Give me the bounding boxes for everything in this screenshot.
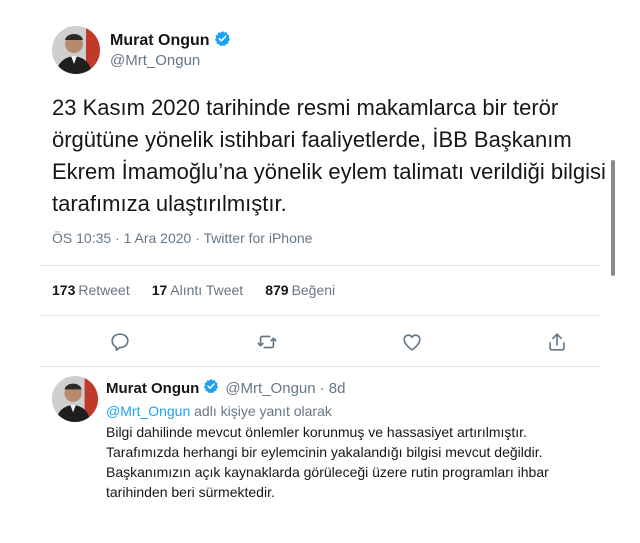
tweet-text: 23 Kasım 2020 tarihinde resmi makamlarca…	[52, 95, 606, 216]
quote-stat[interactable]: 17 Alıntı Tweet	[152, 282, 243, 298]
avatar-photo	[52, 26, 100, 74]
divider	[40, 315, 600, 316]
replying-to: @Mrt_Ongun adlı kişiye yanıt olarak	[106, 403, 332, 419]
verified-badge-icon	[203, 378, 219, 398]
reply-text-line: Başkanımızın açık kaynaklarda görüleceği…	[106, 464, 549, 480]
reply-avatar[interactable]	[52, 376, 98, 422]
share-icon[interactable]	[545, 330, 569, 354]
like-stat[interactable]: 879 Beğeni	[265, 282, 335, 298]
scrollbar[interactable]	[611, 160, 615, 276]
reply-author-name[interactable]: Murat Ongun	[106, 380, 199, 397]
retweet-stat[interactable]: 173 Retweet	[52, 282, 130, 298]
reply-time[interactable]: · 8d	[320, 380, 346, 397]
divider	[40, 265, 600, 266]
like-icon[interactable]	[400, 330, 424, 354]
avatar[interactable]	[52, 26, 100, 74]
tweet-meta: ÖS 10:35 · 1 Ara 2020 · Twitter for iPho…	[52, 230, 313, 246]
reply-text-line: Tarafımızda herhangi bir eylemcinin yaka…	[106, 444, 543, 460]
author-handle[interactable]: @Mrt_Ongun	[110, 52, 200, 69]
tweet-stats: 173 Retweet 17 Alıntı Tweet 879 Beğeni	[52, 282, 335, 298]
divider	[40, 366, 600, 367]
reply-text-line: Bilgi dahilinde mevcut önlemler korunmuş…	[106, 424, 527, 440]
retweet-icon[interactable]	[255, 330, 279, 354]
replying-to-handle[interactable]: @Mrt_Ongun	[106, 403, 190, 419]
avatar-photo	[52, 376, 98, 422]
reply-text-line: tarihinden beri sürmektedir.	[106, 484, 275, 500]
author-row: Murat Ongun	[110, 30, 231, 52]
reply-author-row: Murat Ongun @Mrt_Ongun · 8d	[106, 378, 345, 398]
reply-tweet-text: Bilgi dahilinde mevcut önlemler korunmuş…	[106, 422, 606, 502]
replying-to-label: adlı kişiye yanıt olarak	[190, 403, 332, 419]
author-name[interactable]: Murat Ongun	[110, 32, 210, 50]
reply-author-handle[interactable]: @Mrt_Ongun	[225, 380, 315, 397]
verified-badge-icon	[214, 30, 231, 52]
reply-icon[interactable]	[108, 330, 132, 354]
